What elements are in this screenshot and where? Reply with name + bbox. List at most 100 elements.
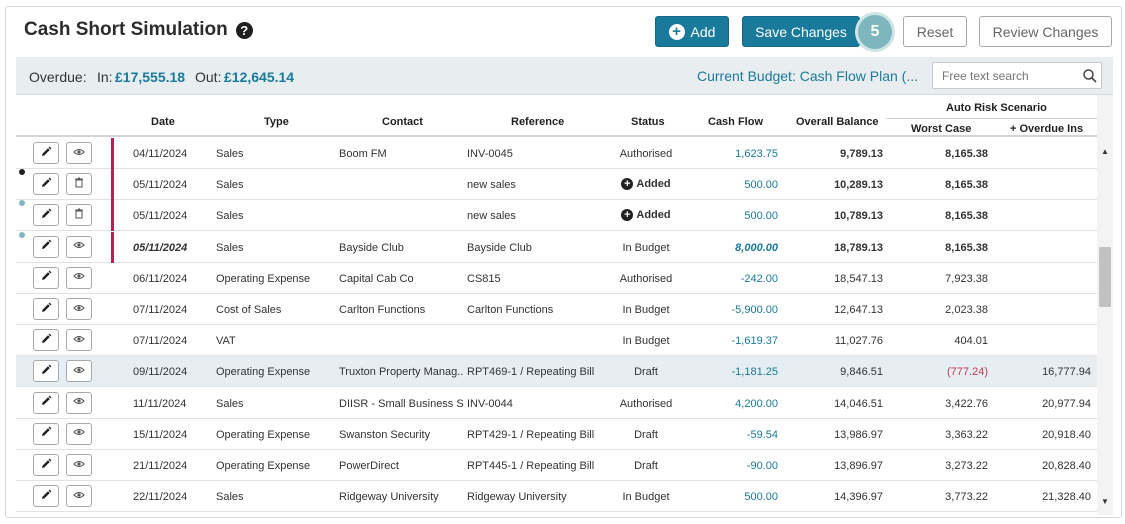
cell-cash-flow[interactable]: 4,200.00 xyxy=(696,398,778,410)
view-button[interactable] xyxy=(66,142,92,164)
view-button[interactable] xyxy=(66,266,92,289)
cell-cash-flow[interactable]: 8,000.00 xyxy=(696,242,778,254)
pencil-icon xyxy=(40,270,52,285)
col-contact[interactable]: Contact xyxy=(382,116,423,128)
cell-status: In Budget xyxy=(622,241,670,254)
table-row[interactable]: 22/11/2024 Sales Ridgeway University Ridgew… xyxy=(16,481,1097,513)
edit-button[interactable] xyxy=(33,329,59,352)
search-input[interactable] xyxy=(932,62,1102,89)
view-button[interactable] xyxy=(66,485,92,508)
col-status[interactable]: Status xyxy=(631,116,665,128)
search-icon[interactable] xyxy=(1082,68,1098,84)
save-changes-button[interactable]: Save Changes xyxy=(742,16,860,47)
eye-icon xyxy=(73,490,85,503)
table-row[interactable]: 05/11/2024 Sales new sales + Added 500.00 10,2… xyxy=(16,169,1097,201)
view-button[interactable] xyxy=(66,454,92,476)
table-row[interactable]: 05/11/2024 Sales new sales + Added 500.00 10,7… xyxy=(16,200,1097,232)
scroll-up-icon[interactable]: ▲ xyxy=(1101,147,1109,156)
cell-worst-case: 7,923.38 xyxy=(945,272,988,285)
table-row[interactable]: 04/11/2024 Sales Boom FM INV-0045 Authorised… xyxy=(16,138,1097,169)
col-overdue-ins[interactable]: + Overdue Ins xyxy=(1010,123,1083,135)
trash-icon xyxy=(74,208,84,222)
view-button[interactable] xyxy=(66,422,92,445)
col-cash-flow[interactable]: Cash Flow xyxy=(708,116,763,128)
table-row[interactable]: 07/11/2024 VAT In Budget -1,619.37 11,027.76… xyxy=(16,325,1097,357)
cell-cash-flow[interactable]: 1,623.75 xyxy=(696,148,778,160)
delete-button[interactable] xyxy=(66,173,92,196)
cell-reference: CS815 xyxy=(467,272,501,285)
table-row[interactable]: 09/11/2024 Operating Expense Truxton Prope… xyxy=(16,356,1097,388)
cell-type: Operating Expense xyxy=(216,460,311,472)
view-button[interactable] xyxy=(66,391,92,414)
scroll-down-icon[interactable]: ▼ xyxy=(1101,497,1109,506)
cell-overall-balance: 10,789.13 xyxy=(834,210,883,223)
cell-cash-flow[interactable]: -90.00 xyxy=(696,460,778,472)
edit-button[interactable] xyxy=(33,235,59,258)
eye-icon xyxy=(73,459,85,472)
header-divider xyxy=(886,118,1097,119)
status-label: Added xyxy=(636,209,671,222)
cell-reference: RPT445-1 / Repeating Bill xyxy=(467,460,595,472)
view-button[interactable] xyxy=(66,329,92,352)
reset-button[interactable]: Reset xyxy=(903,16,967,47)
col-date[interactable]: Date xyxy=(151,116,175,128)
review-changes-button[interactable]: Review Changes xyxy=(979,16,1112,47)
table-row[interactable]: 11/11/2024 Sales DIISR - Small Business S.… xyxy=(16,388,1097,419)
cell-cash-flow[interactable]: 500.00 xyxy=(696,179,778,191)
cell-reference: Bayside Club xyxy=(467,241,532,254)
cell-overall-balance: 9,846.51 xyxy=(840,366,883,379)
edit-button[interactable] xyxy=(33,391,59,414)
cell-cash-flow[interactable]: -5,900.00 xyxy=(696,304,778,316)
cell-date: 07/11/2024 xyxy=(133,304,188,316)
pencil-icon xyxy=(40,333,52,348)
cell-cash-flow[interactable]: 500.00 xyxy=(696,491,778,503)
row-marker xyxy=(111,169,114,201)
col-overall-balance[interactable]: Overall Balance xyxy=(796,116,879,128)
edit-button[interactable] xyxy=(33,142,59,164)
add-button[interactable]: + Add xyxy=(655,16,729,47)
cell-contact: Swanston Security xyxy=(339,428,431,441)
table-row[interactable]: 05/11/2024 Sales Bayside Club Bayside Club I… xyxy=(16,231,1097,263)
cell-overall-balance: 12,647.13 xyxy=(834,304,883,316)
scroll-thumb[interactable] xyxy=(1099,247,1111,307)
eye-icon xyxy=(73,365,85,378)
table-row[interactable]: 06/11/2024 Operating Expense Capital Cab C… xyxy=(16,263,1097,294)
view-button[interactable] xyxy=(66,298,92,320)
view-button[interactable] xyxy=(66,360,92,383)
edit-button[interactable] xyxy=(33,454,59,476)
cell-overall-balance: 10,289.13 xyxy=(834,179,883,192)
edit-button[interactable] xyxy=(33,298,59,320)
cell-cash-flow[interactable]: -1,619.37 xyxy=(696,335,778,347)
edit-button[interactable] xyxy=(33,485,59,508)
edit-button[interactable] xyxy=(33,173,59,196)
cell-date: 21/11/2024 xyxy=(133,460,188,472)
cell-cash-flow[interactable]: -1,181.25 xyxy=(696,366,778,378)
cell-date: 09/11/2024 xyxy=(133,366,188,379)
edit-button[interactable] xyxy=(33,422,59,445)
current-budget-link[interactable]: Current Budget: Cash Flow Plan (... xyxy=(697,68,918,84)
table-row[interactable]: 21/11/2024 Operating Expense PowerDirect RP… xyxy=(16,450,1097,481)
cell-worst-case: (777.24) xyxy=(947,366,988,379)
table-row[interactable]: 07/11/2024 Cost of Sales Carlton Functions… xyxy=(16,294,1097,325)
cell-cash-flow[interactable]: -59.54 xyxy=(696,429,778,441)
cell-overall-balance: 14,396.97 xyxy=(834,491,883,504)
col-type[interactable]: Type xyxy=(264,116,289,128)
cell-cash-flow[interactable]: 500.00 xyxy=(696,210,778,222)
col-worst-case[interactable]: Worst Case xyxy=(911,123,971,135)
row-marker xyxy=(111,231,114,263)
table-row[interactable]: 15/11/2024 Operating Expense Swanston Secu… xyxy=(16,419,1097,450)
edit-button[interactable] xyxy=(33,266,59,289)
edit-button[interactable] xyxy=(33,204,59,227)
delete-button[interactable] xyxy=(66,204,92,227)
eye-icon xyxy=(73,334,85,347)
cell-overall-balance: 9,789.13 xyxy=(840,148,883,160)
cell-cash-flow[interactable]: -242.00 xyxy=(696,273,778,285)
col-reference[interactable]: Reference xyxy=(511,116,564,128)
cell-reference: Ridgeway University xyxy=(467,491,567,504)
pencil-icon xyxy=(40,208,52,223)
view-button[interactable] xyxy=(66,235,92,258)
help-icon[interactable]: ? xyxy=(235,21,253,39)
edit-button[interactable] xyxy=(33,360,59,383)
cell-overall-balance: 14,046.51 xyxy=(834,397,883,410)
vertical-scrollbar[interactable]: ▲ ▼ xyxy=(1097,95,1113,515)
